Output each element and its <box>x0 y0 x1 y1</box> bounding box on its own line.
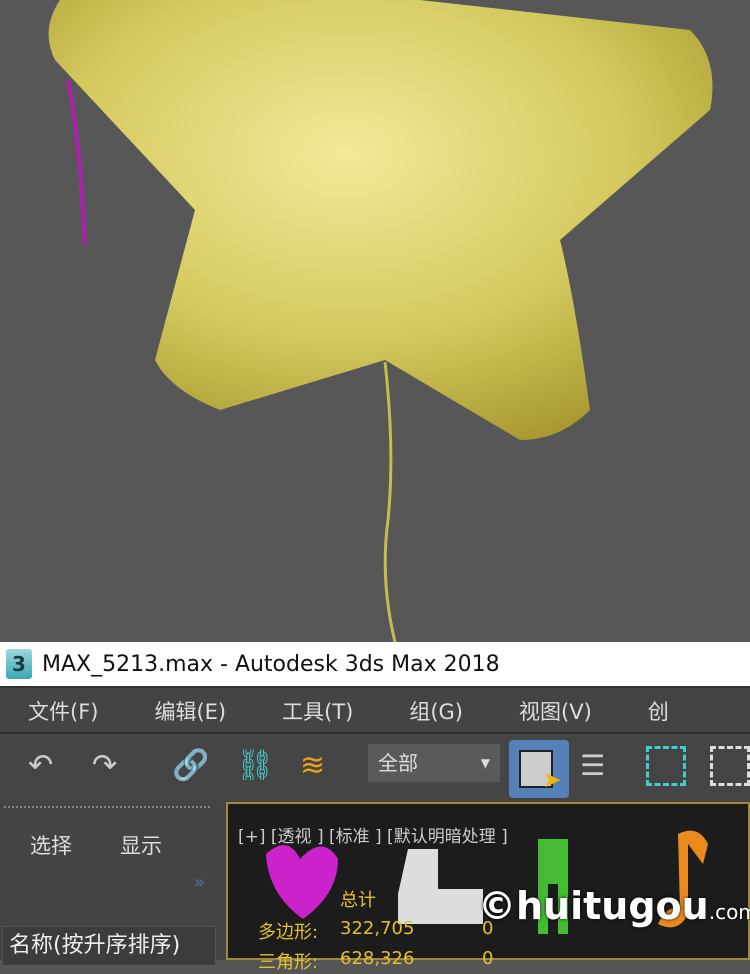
triangles-total: 628,326 <box>340 948 415 969</box>
polygons-label: 多边形: <box>258 922 319 943</box>
window-crossing-icon[interactable] <box>710 746 750 786</box>
star-balloon-image <box>48 0 713 643</box>
redo-icon[interactable]: ↷ <box>92 746 117 786</box>
3ds-max-app-icon: 3 <box>6 649 32 679</box>
stats-title: 总计 <box>340 890 376 911</box>
menu-edit[interactable]: 编辑(E) <box>154 696 226 726</box>
bind-space-warp-icon[interactable]: ≋ <box>300 746 325 786</box>
thumbs-up-balloon <box>398 849 483 924</box>
watermark-text: huitugou <box>516 884 709 928</box>
undo-icon[interactable]: ↶ <box>28 746 53 786</box>
tab-display[interactable]: 显示 <box>120 830 162 860</box>
select-by-name-icon[interactable]: ☰ <box>580 746 605 786</box>
select-object-button[interactable]: ➤ <box>509 740 569 798</box>
tab-select[interactable]: 选择 <box>30 830 72 860</box>
link-icon[interactable]: 🔗 <box>172 746 209 786</box>
scene-explorer: 选择 显示 » 名称(按升序排序) <box>0 802 226 966</box>
render-preview <box>0 0 750 643</box>
main-toolbar: ↶ ↷ 🔗 ⛓ ≋ 全部 ▼ ➤ ☰ <box>0 732 750 804</box>
perspective-viewport[interactable]: [+] [透视 ] [标准 ] [默认明暗处理 ] 总计 多边形: 322,70… <box>226 802 750 973</box>
watermark: ©huitugou.com <box>478 884 750 928</box>
filter-value: 全部 <box>378 751 418 775</box>
menu-create[interactable]: 创 <box>648 696 669 726</box>
triangles-label: 三角形: <box>258 952 319 973</box>
menu-views[interactable]: 视图(V) <box>519 696 592 726</box>
name-column-header[interactable]: 名称(按升序排序) <box>2 926 216 966</box>
menu-group[interactable]: 组(G) <box>409 696 463 726</box>
cursor-icon: ➤ <box>543 768 562 793</box>
menu-bar: 文件(F) 编辑(E) 工具(T) 组(G) 视图(V) 创 <box>0 686 750 734</box>
triangles-selected: 0 <box>482 948 494 969</box>
window-title: MAX_5213.max - Autodesk 3ds Max 2018 <box>42 651 500 677</box>
viewport-label[interactable]: [+] [透视 ] [标准 ] [默认明暗处理 ] <box>238 822 508 847</box>
title-bar: 3 MAX_5213.max - Autodesk 3ds Max 2018 <box>0 642 750 686</box>
unlink-icon[interactable]: ⛓ <box>236 746 274 786</box>
menu-file[interactable]: 文件(F) <box>28 696 98 726</box>
watermark-suffix: .com <box>708 900 750 924</box>
rect-selection-icon[interactable] <box>646 746 686 786</box>
watermark-logo-icon: © <box>478 884 516 928</box>
chevron-down-icon: ▼ <box>480 756 490 770</box>
expand-icon[interactable]: » <box>194 872 205 893</box>
heart-balloon <box>266 845 338 919</box>
selection-filter-dropdown[interactable]: 全部 ▼ <box>368 744 500 782</box>
panel-grip[interactable] <box>4 806 210 808</box>
polygons-total: 322,705 <box>340 918 415 939</box>
menu-tools[interactable]: 工具(T) <box>282 696 353 726</box>
